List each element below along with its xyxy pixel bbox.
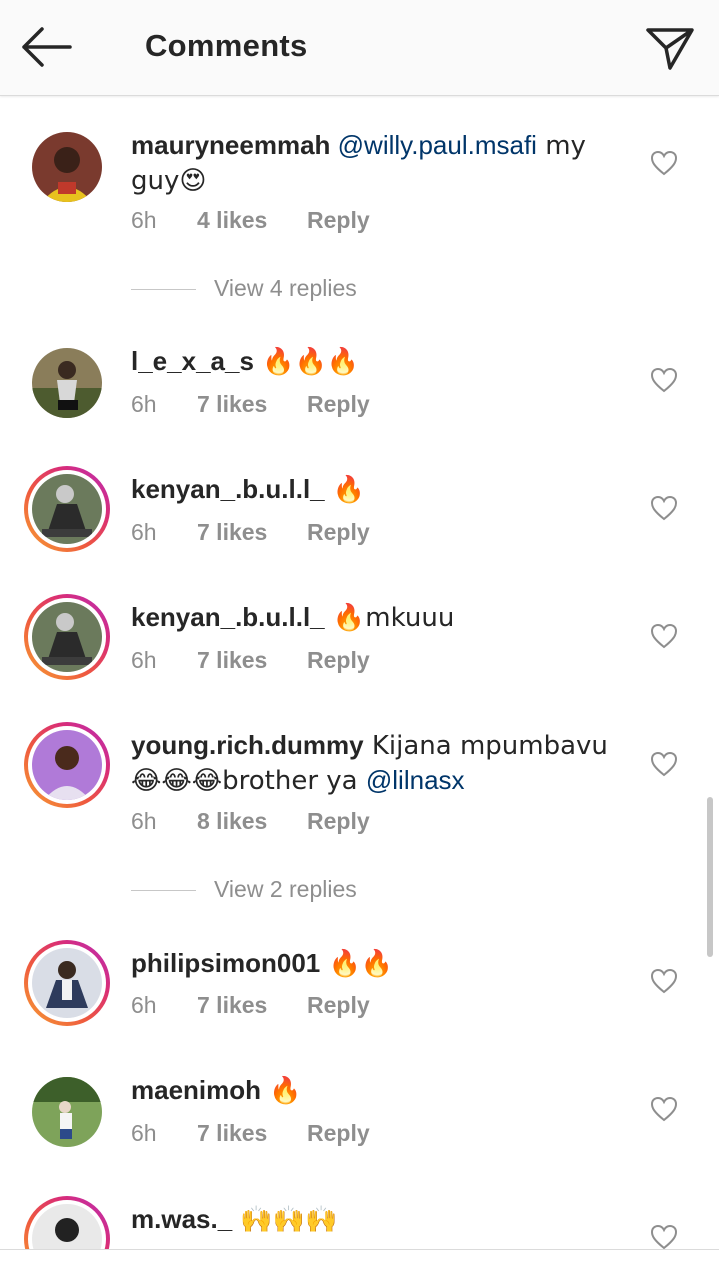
- comment-body: 🙌🙌🙌: [232, 1205, 338, 1235]
- avatar-story-ring[interactable]: [24, 1196, 110, 1249]
- comment-item: m.was._ 🙌🙌🙌: [0, 0, 719, 1249]
- comment-text: m.was._ 🙌🙌🙌: [131, 1202, 611, 1237]
- divider: [0, 1249, 719, 1250]
- comment-username[interactable]: m.was._: [131, 1204, 232, 1234]
- heart-icon[interactable]: [650, 1224, 678, 1249]
- scrollbar[interactable]: [707, 797, 713, 957]
